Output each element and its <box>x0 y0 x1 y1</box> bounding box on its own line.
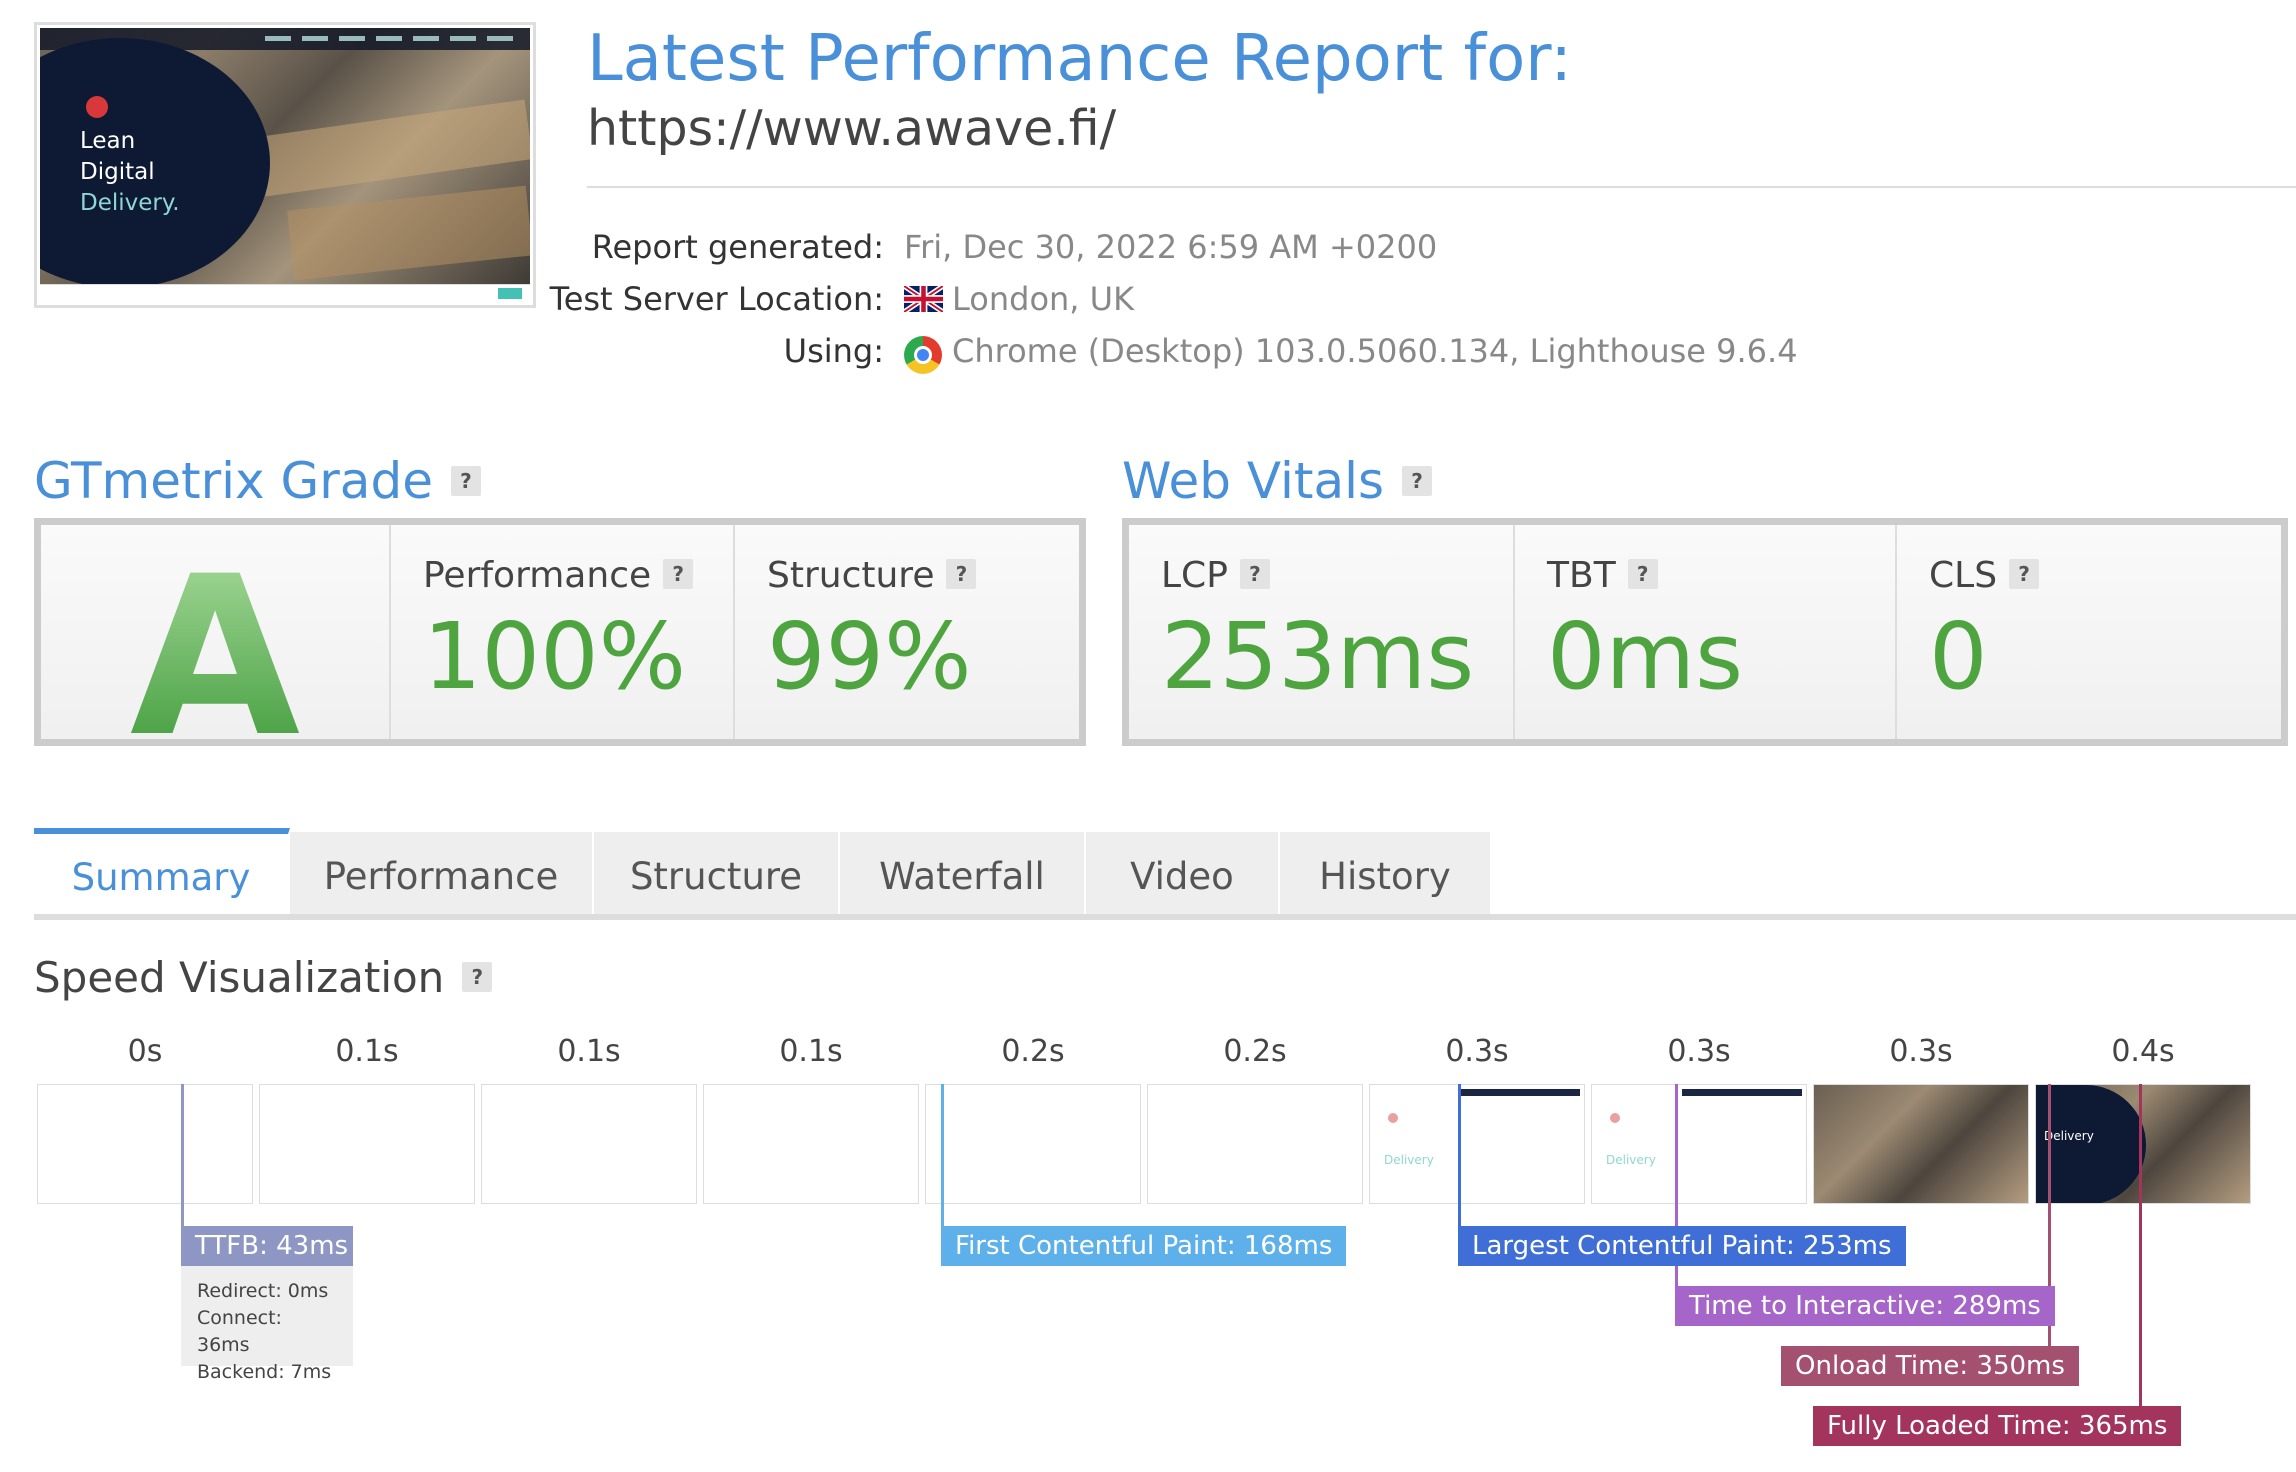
filmstrip-frame[interactable]: Delivery <box>1369 1084 1585 1204</box>
chrome-icon <box>904 336 942 374</box>
performance-cell: Performance? 100% <box>391 525 735 739</box>
onload-marker-label[interactable]: Onload Time: 350ms <box>1781 1346 2079 1386</box>
filmstrip-frame[interactable]: Delivery <box>1591 1084 1807 1204</box>
lcp-marker-line <box>1458 1084 1461 1230</box>
connect-time: Connect: 36ms <box>197 1307 282 1356</box>
filmstrip-frame[interactable] <box>481 1084 697 1204</box>
report-tabs: Summary Performance Structure Waterfall … <box>34 828 1490 922</box>
timeline-tick: 0.1s <box>335 1034 399 1069</box>
uk-flag-icon <box>904 286 943 312</box>
lcp-cell: LCP? 253ms <box>1129 525 1515 739</box>
web-vitals-title: Web Vitals? <box>1122 452 1433 510</box>
structure-help-icon[interactable]: ? <box>946 559 977 589</box>
cls-help-icon[interactable]: ? <box>2009 559 2040 589</box>
report-url[interactable]: https://www.awave.fi/ <box>587 100 1116 157</box>
tabs-underline <box>34 914 2296 920</box>
gtmetrix-grade-title: GTmetrix Grade? <box>34 452 481 510</box>
lcp-help-icon[interactable]: ? <box>1239 559 1270 589</box>
filmstrip-frame[interactable] <box>703 1084 919 1204</box>
filmstrip-frame[interactable] <box>1813 1084 2029 1204</box>
site-logo-icon <box>86 96 108 118</box>
cls-cell: CLS? 0 <box>1897 525 2281 739</box>
timeline-tick: 0s <box>127 1034 163 1069</box>
lcp-label: LCP <box>1161 555 1228 596</box>
timeline-tick: 0.3s <box>1667 1034 1731 1069</box>
filmstrip-frame[interactable] <box>925 1084 1141 1204</box>
tab-history[interactable]: History <box>1280 832 1490 920</box>
structure-label: Structure <box>767 555 935 596</box>
report-generated-label: Report generated: <box>591 228 884 266</box>
timeline-tick: 0.2s <box>1001 1034 1065 1069</box>
using-label: Using: <box>783 332 884 370</box>
performance-value: 100% <box>423 603 687 710</box>
fully-loaded-marker-line <box>2139 1084 2142 1410</box>
filmstrip-frame[interactable] <box>1147 1084 1363 1204</box>
lcp-marker-label[interactable]: Largest Contentful Paint: 253ms <box>1458 1226 1906 1266</box>
fcp-marker-label[interactable]: First Contentful Paint: 168ms <box>941 1226 1347 1266</box>
speed-visualization-title: Speed Visualization? <box>34 953 493 1002</box>
timeline-tick: 0.1s <box>779 1034 843 1069</box>
ttfb-breakdown: Redirect: 0ms Connect: 36ms Backend: 7ms <box>181 1266 353 1383</box>
structure-cell: Structure? 99% <box>735 525 1079 739</box>
cls-label: CLS <box>1929 555 1998 596</box>
filmstrip-frame[interactable] <box>259 1084 475 1204</box>
ttfb-marker-line <box>181 1084 184 1230</box>
using-value: Chrome (Desktop) 103.0.5060.134, Lightho… <box>952 332 1798 370</box>
screenshot-cookie-bar <box>40 284 530 303</box>
redirect-time: Redirect: 0ms <box>197 1280 329 1302</box>
tab-summary[interactable]: Summary <box>34 828 290 920</box>
timeline-tick: 0.3s <box>1889 1034 1953 1069</box>
tti-marker-label[interactable]: Time to Interactive: 289ms <box>1675 1286 2055 1326</box>
header-divider <box>587 186 2296 188</box>
tbt-cell: TBT? 0ms <box>1515 525 1897 739</box>
page-screenshot-thumbnail[interactable]: Lean Digital Delivery. <box>34 22 536 308</box>
structure-value: 99% <box>767 603 972 710</box>
vitals-box: LCP? 253ms TBT? 0ms CLS? 0 <box>1122 518 2288 746</box>
grade-letter-cell: A <box>41 525 391 767</box>
grade-help-icon[interactable]: ? <box>450 465 481 496</box>
lcp-value: 253ms <box>1161 603 1475 710</box>
tab-waterfall[interactable]: Waterfall <box>840 832 1086 920</box>
performance-label: Performance <box>423 555 652 596</box>
fcp-marker-line <box>941 1084 944 1230</box>
location-value: London, UK <box>952 280 1135 318</box>
location-label: Test Server Location: <box>549 280 884 318</box>
ttfb-marker-label[interactable]: TTFB: 43ms <box>181 1226 353 1266</box>
speed-help-icon[interactable]: ? <box>462 961 493 992</box>
filmstrip-frame[interactable]: Delivery <box>2035 1084 2251 1204</box>
grade-box: A Performance? 100% Structure? 99% <box>34 518 1086 767</box>
tbt-value: 0ms <box>1547 603 1744 710</box>
grade-letter: A <box>41 547 389 767</box>
timeline-tick: 0.3s <box>1445 1034 1509 1069</box>
filmstrip-frame[interactable] <box>37 1084 253 1204</box>
tab-structure[interactable]: Structure <box>594 832 840 920</box>
report-title: Latest Performance Report for: <box>587 22 1572 96</box>
performance-help-icon[interactable]: ? <box>663 559 694 589</box>
backend-time: Backend: 7ms <box>197 1361 332 1383</box>
timeline-tick: 0.2s <box>1223 1034 1287 1069</box>
report-generated-value: Fri, Dec 30, 2022 6:59 AM +0200 <box>904 228 1438 266</box>
vitals-help-icon[interactable]: ? <box>1402 465 1433 496</box>
timeline-tick: 0.4s <box>2111 1034 2175 1069</box>
tab-video[interactable]: Video <box>1086 832 1280 920</box>
screenshot-image: Lean Digital Delivery. <box>40 28 530 284</box>
tab-performance[interactable]: Performance <box>290 832 594 920</box>
tbt-label: TBT <box>1547 555 1616 596</box>
tbt-help-icon[interactable]: ? <box>1627 559 1658 589</box>
cls-value: 0 <box>1929 603 1988 710</box>
timeline-tick: 0.1s <box>557 1034 621 1069</box>
screenshot-hero-text: Lean Digital Delivery. <box>80 128 180 216</box>
fully-loaded-marker-label[interactable]: Fully Loaded Time: 365ms <box>1813 1406 2182 1446</box>
